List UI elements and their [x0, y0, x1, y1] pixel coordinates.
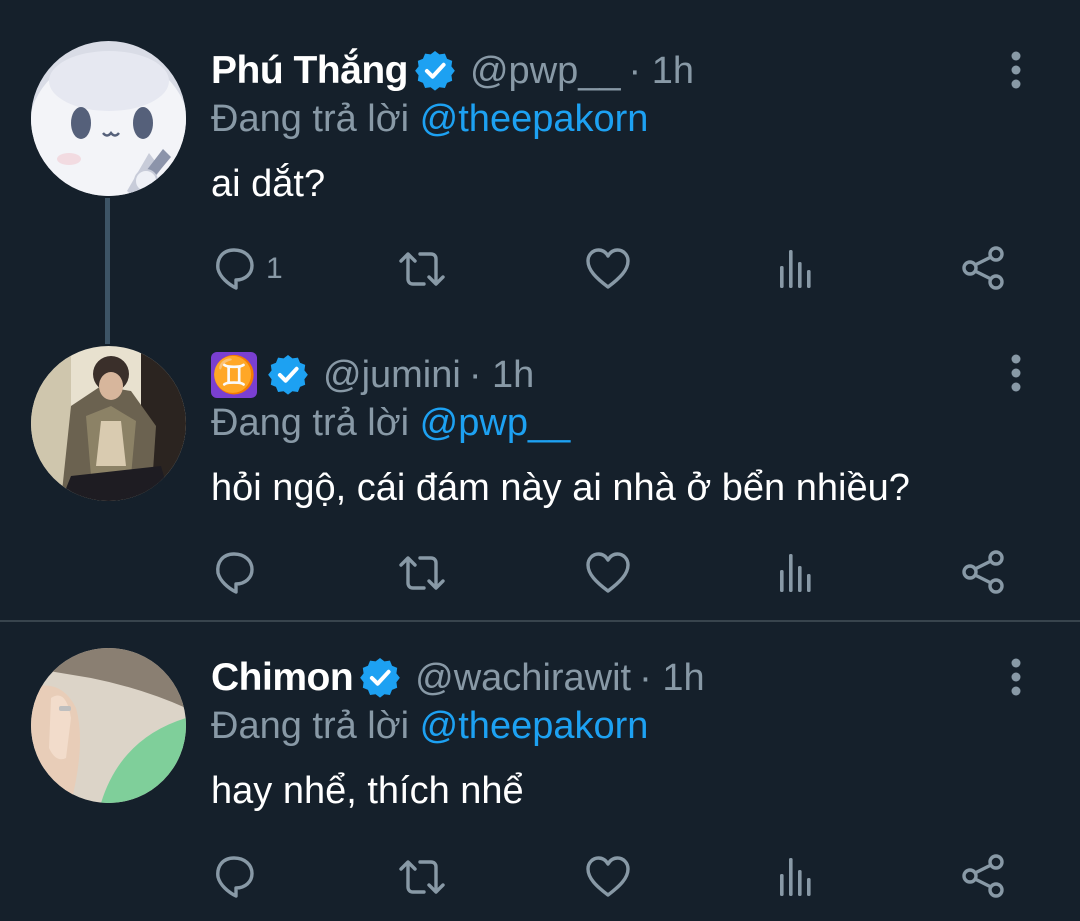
retweet-icon: [399, 556, 445, 590]
user-handle[interactable]: @pwp__: [470, 50, 621, 93]
tweet-3[interactable]: Chimon @wachirawit · 1h Đang trả lời @th…: [0, 622, 1080, 921]
tweet-header: Chimon @wachirawit · 1h: [211, 653, 705, 703]
replying-label: Đang trả lời: [211, 705, 410, 747]
tweet-2[interactable]: ♊ @jumini · 1h Đang trả lời @pwp__ hỏi n…: [0, 340, 1080, 620]
like-button[interactable]: [586, 852, 630, 902]
share-button[interactable]: [961, 548, 1005, 598]
reply-mention-link[interactable]: @theepakorn: [420, 98, 649, 140]
timestamp[interactable]: · 1h: [469, 354, 534, 397]
tweet-actions: 1: [0, 244, 1080, 294]
more-icon[interactable]: [1006, 656, 1026, 698]
reply-button[interactable]: 1: [214, 244, 283, 294]
like-button[interactable]: [586, 244, 630, 294]
tweet-header: Phú Thắng @pwp__ · 1h: [211, 46, 694, 96]
user-handle[interactable]: @wachirawit: [415, 657, 631, 700]
tweet-text: hỏi ngộ, cái đám này ai nhà ở bển nhiều?: [211, 467, 910, 509]
tweet-actions: [0, 548, 1080, 598]
share-icon: [962, 854, 1004, 898]
analytics-icon: [780, 250, 811, 288]
display-name[interactable]: Chimon: [211, 656, 354, 700]
tweet-text: hay nhể, thích nhể: [211, 770, 524, 812]
analytics-button[interactable]: [778, 244, 814, 294]
avatar-photo-icon[interactable]: [31, 346, 186, 501]
retweet-icon: [399, 252, 445, 286]
tweet-header: ♊ @jumini · 1h: [211, 350, 534, 400]
replying-to: Đang trả lời @theepakorn: [211, 98, 648, 141]
retweet-button[interactable]: [397, 548, 447, 598]
share-icon: [962, 550, 1004, 594]
replying-label: Đang trả lời: [211, 402, 410, 444]
avatar-photo-icon[interactable]: [31, 648, 186, 803]
more-icon[interactable]: [1006, 49, 1026, 91]
verified-badge-icon: [414, 50, 456, 92]
like-button[interactable]: [586, 548, 630, 598]
replying-to: Đang trả lời @pwp__: [211, 402, 570, 445]
timestamp[interactable]: · 1h: [639, 657, 704, 700]
analytics-icon: [780, 858, 811, 896]
avatar-cartoon-icon[interactable]: [31, 41, 186, 196]
like-icon: [586, 248, 630, 289]
retweet-icon: [399, 860, 445, 894]
tweet-actions: [0, 852, 1080, 902]
reply-icon: [216, 248, 254, 290]
share-button[interactable]: [961, 244, 1005, 294]
like-icon: [586, 552, 630, 593]
reply-mention-link[interactable]: @pwp__: [420, 402, 571, 444]
retweet-button[interactable]: [397, 244, 447, 294]
more-icon[interactable]: [1006, 352, 1026, 394]
reply-button[interactable]: [214, 548, 256, 598]
like-icon: [586, 856, 630, 897]
gemini-emoji-name[interactable]: ♊: [211, 352, 257, 398]
user-handle[interactable]: @jumini: [323, 354, 461, 397]
tweet-1[interactable]: Phú Thắng @pwp__ · 1h Đang trả lời @thee…: [0, 0, 1080, 340]
verified-badge-icon: [267, 354, 309, 396]
reply-icon: [216, 856, 254, 898]
replying-label: Đang trả lời: [211, 98, 410, 140]
timestamp[interactable]: · 1h: [629, 50, 694, 93]
share-icon: [962, 246, 1004, 290]
tweet-text: ai dắt?: [211, 163, 326, 205]
reply-button[interactable]: [214, 852, 256, 902]
analytics-icon: [780, 554, 811, 592]
reply-count: 1: [266, 252, 283, 285]
share-button[interactable]: [961, 852, 1005, 902]
analytics-button[interactable]: [778, 548, 814, 598]
verified-badge-icon: [359, 657, 401, 699]
retweet-button[interactable]: [397, 852, 447, 902]
analytics-button[interactable]: [778, 852, 814, 902]
replying-to: Đang trả lời @theepakorn: [211, 705, 648, 748]
reply-icon: [216, 552, 254, 594]
reply-mention-link[interactable]: @theepakorn: [420, 705, 649, 747]
display-name[interactable]: Phú Thắng: [211, 49, 408, 93]
